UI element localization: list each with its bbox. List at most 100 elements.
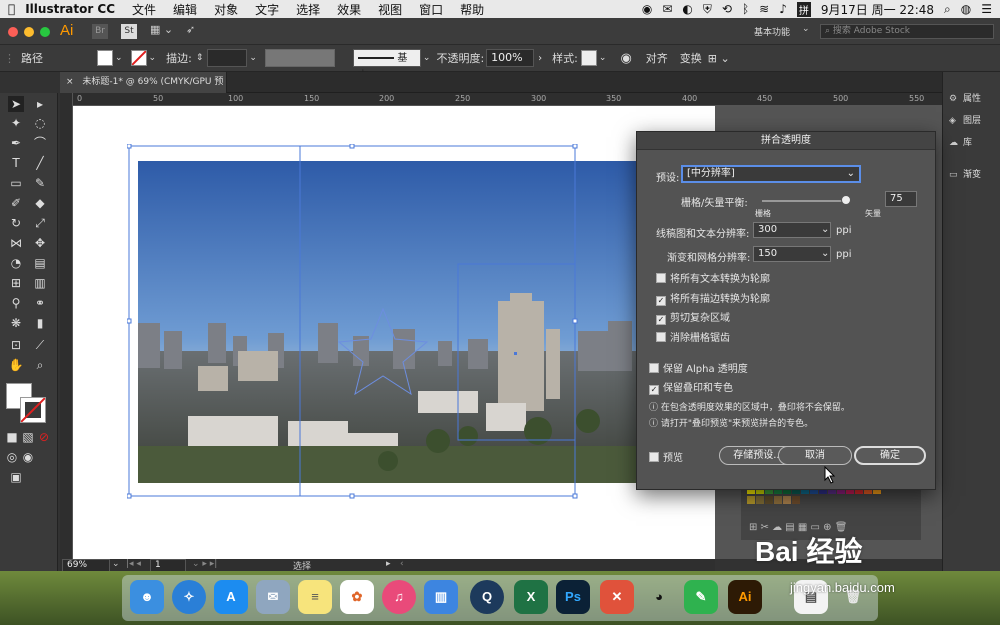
- workspace-chevron-icon[interactable]: ⌄: [802, 24, 810, 34]
- column-graph-tool-icon[interactable]: ▮: [32, 315, 48, 331]
- scale-tool-icon[interactable]: ⤢: [32, 215, 48, 231]
- none-mode-icon[interactable]: ⊘: [36, 429, 52, 445]
- layers-panel-tab[interactable]: ◈ 图层: [949, 112, 999, 130]
- option-text-to-outlines[interactable]: 将所有文本转换为轮廓: [656, 270, 770, 285]
- rotate-tool-icon[interactable]: ↻: [8, 215, 24, 231]
- align-options-icon[interactable]: ⊞ ⌄: [708, 52, 730, 65]
- safari-icon[interactable]: ✧: [172, 580, 206, 614]
- status-menu-icon[interactable]: ▸: [386, 559, 391, 569]
- eyedropper-tool-icon[interactable]: ⚲: [8, 295, 24, 311]
- gradient-panel-tab[interactable]: ▭ 渐变: [949, 166, 999, 184]
- puppet-warp-tool-icon[interactable]: ✥: [32, 235, 48, 251]
- time-machine-icon[interactable]: ⟲: [722, 2, 732, 16]
- opacity-arrow-icon[interactable]: ›: [538, 53, 542, 64]
- live-paint-tool-icon[interactable]: ▤: [32, 255, 48, 271]
- stock-button[interactable]: St: [121, 24, 137, 39]
- style-chevron-icon[interactable]: ⌄: [599, 53, 607, 63]
- close-tab-icon[interactable]: ×: [66, 77, 74, 87]
- menu-app-name[interactable]: Illustrator CC: [25, 2, 115, 16]
- stroke-chevron-icon[interactable]: ⌄: [149, 53, 157, 63]
- paintbrush-tool-icon[interactable]: ✎: [32, 175, 48, 191]
- type-tool-icon[interactable]: T: [8, 155, 24, 171]
- illustrator-icon[interactable]: Ai: [728, 580, 762, 614]
- variable-width-profile[interactable]: [264, 49, 335, 67]
- apple-icon[interactable]: : [8, 3, 15, 15]
- qq-status-icon[interactable]: ◐: [682, 2, 692, 16]
- menu-select[interactable]: 选择: [296, 1, 320, 18]
- notification-icon[interactable]: ☰: [981, 2, 992, 16]
- transform-link[interactable]: 变换: [680, 50, 702, 66]
- opacity-input[interactable]: 100%: [486, 49, 535, 67]
- preset-select[interactable]: [中分辨率] ⌄: [682, 166, 860, 182]
- notes-icon[interactable]: ≡: [298, 580, 332, 614]
- option-clip-complex-regions[interactable]: ✓ 剪切复杂区域: [656, 309, 730, 325]
- mail-bird-icon[interactable]: ✉: [256, 580, 290, 614]
- checkbox-unchecked-icon[interactable]: [656, 332, 666, 342]
- checkbox-checked-icon[interactable]: ✓: [656, 296, 666, 306]
- shape-builder-tool-icon[interactable]: ◔: [8, 255, 24, 271]
- magic-wand-tool-icon[interactable]: ✦: [8, 115, 24, 131]
- symbol-sprayer-tool-icon[interactable]: ❋: [8, 315, 24, 331]
- menu-object[interactable]: 对象: [214, 1, 238, 18]
- option-preserve-alpha[interactable]: 保留 Alpha 透明度: [649, 360, 748, 375]
- blend-tool-icon[interactable]: ⚭: [32, 295, 48, 311]
- artboard[interactable]: [73, 106, 715, 559]
- zoom-chevron-icon[interactable]: ⌄: [112, 559, 120, 569]
- eraser-tool-icon[interactable]: ◆: [32, 195, 48, 211]
- stock-search-input[interactable]: ⌕ 搜索 Adobe Stock: [820, 24, 994, 39]
- stroke-swatch[interactable]: [130, 50, 147, 66]
- artboard-tool-icon[interactable]: ⊡: [8, 337, 24, 353]
- gradient-resolution-input[interactable]: 150: [753, 246, 831, 262]
- rectangle-tool-icon[interactable]: ▭: [8, 175, 24, 191]
- keynote-icon[interactable]: ▥: [424, 580, 458, 614]
- shaper-tool-icon[interactable]: ✐: [8, 195, 24, 211]
- libraries-panel-tab[interactable]: ☁ 库: [949, 134, 999, 152]
- pen-tool-icon[interactable]: ✒: [8, 135, 24, 151]
- raster-vector-slider[interactable]: [762, 200, 850, 202]
- close-window-button[interactable]: [8, 27, 18, 37]
- itunes-icon[interactable]: ♫: [382, 580, 416, 614]
- evernote-icon[interactable]: ✎: [684, 580, 718, 614]
- curvature-tool-icon[interactable]: ⌒: [32, 135, 48, 151]
- width-tool-icon[interactable]: ⋈: [8, 235, 24, 251]
- menu-effect[interactable]: 效果: [337, 1, 361, 18]
- style-swatch[interactable]: [580, 50, 597, 66]
- lineart-resolution-input[interactable]: 300: [753, 222, 831, 238]
- minimize-window-button[interactable]: [24, 27, 34, 37]
- first-artboard-icon[interactable]: |◂ ◂: [126, 559, 141, 569]
- properties-panel-tab[interactable]: ⚙ 属性: [949, 90, 999, 108]
- zoom-window-button[interactable]: [40, 27, 50, 37]
- lasso-tool-icon[interactable]: ◌: [32, 115, 48, 131]
- preview-toggle[interactable]: 预览: [649, 449, 683, 464]
- raster-vector-input[interactable]: 75: [885, 191, 917, 207]
- quicktime-icon[interactable]: Q: [470, 580, 504, 614]
- volume-icon[interactable]: ♪: [779, 2, 787, 16]
- hand-tool-icon[interactable]: ✋: [8, 357, 24, 373]
- next-artboard-icon[interactable]: ⌄ ▸ ▸|: [192, 559, 217, 569]
- line-tool-icon[interactable]: ╱: [32, 155, 48, 171]
- cancel-button[interactable]: 取消: [778, 446, 852, 465]
- checkbox-unchecked-icon[interactable]: [656, 273, 666, 283]
- fill-chevron-icon[interactable]: ⌄: [115, 53, 123, 63]
- workspace-switcher[interactable]: 基本功能: [754, 25, 790, 38]
- menubar-clock[interactable]: 9月17日 周一 22:48: [821, 1, 934, 18]
- checkbox-checked-icon[interactable]: ✓: [649, 385, 659, 395]
- gpu-performance-icon[interactable]: ➶: [186, 23, 195, 36]
- gradient-chevron-icon[interactable]: ⌄: [821, 248, 829, 259]
- perspective-grid-tool-icon[interactable]: ⊞: [8, 275, 24, 291]
- lineart-chevron-icon[interactable]: ⌄: [821, 224, 829, 235]
- arrange-docs-icon[interactable]: ▦ ⌄: [150, 23, 173, 36]
- raster-vector-slider-thumb[interactable]: [841, 195, 851, 205]
- option-preserve-overprint[interactable]: ✓ 保留叠印和专色: [649, 379, 733, 395]
- recolor-icon[interactable]: ◉: [620, 51, 631, 66]
- draw-normal-icon[interactable]: ◎: [4, 449, 20, 465]
- fill-color-mode-icon[interactable]: ■: [4, 429, 20, 445]
- checkbox-checked-icon[interactable]: ✓: [656, 315, 666, 325]
- bluetooth-icon[interactable]: ᛒ: [742, 2, 749, 16]
- app-store-icon[interactable]: A: [214, 580, 248, 614]
- shield-icon[interactable]: ⛨: [703, 2, 712, 17]
- stroke-weight-chevron-icon[interactable]: ⌄: [249, 53, 257, 63]
- stroke-weight-input[interactable]: [207, 49, 248, 67]
- gradient-tool-icon[interactable]: ▥: [32, 275, 48, 291]
- selection-tool-icon[interactable]: ➤: [8, 96, 24, 112]
